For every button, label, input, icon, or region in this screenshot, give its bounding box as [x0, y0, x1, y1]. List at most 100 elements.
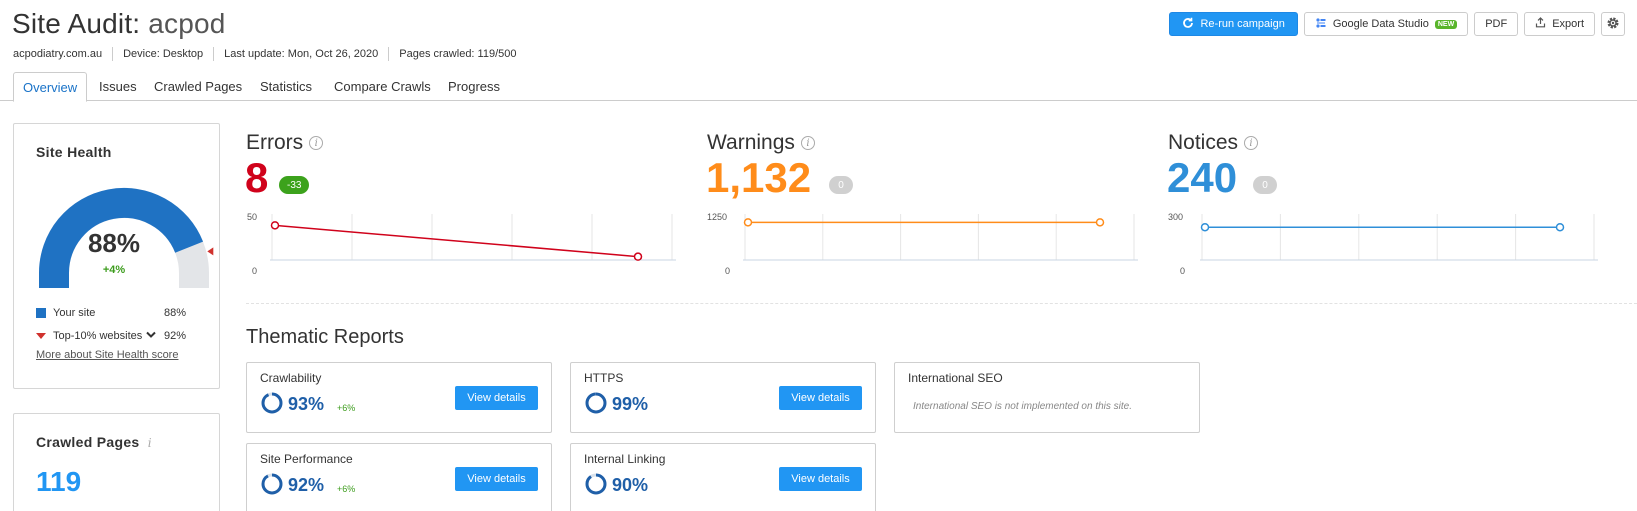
triangle-down-icon	[36, 333, 46, 339]
rerun-campaign-label: Re-run campaign	[1200, 18, 1285, 30]
chevron-down-icon[interactable]	[146, 330, 156, 342]
tab-overview[interactable]: Overview	[13, 72, 88, 102]
project-name: acpod	[148, 8, 226, 39]
warnings-trend-chart	[743, 214, 1138, 261]
crawled-pages-card: Crawled Pages i 119	[13, 413, 220, 511]
site-health-delta: +4%	[102, 264, 126, 276]
report-note: International SEO is not implemented on …	[913, 401, 1133, 412]
trend-point-end[interactable]	[1095, 218, 1105, 227]
report-percent: 99%	[612, 394, 649, 414]
ring-fill	[261, 392, 283, 414]
trend-line	[274, 224, 639, 258]
tab-issues[interactable]: Issues	[90, 72, 146, 101]
report-card-https: HTTPS 99% View details	[570, 362, 876, 433]
page-title: Site Audit: acpod	[12, 8, 226, 40]
crawled-pages-title-text: Crawled Pages	[36, 434, 140, 450]
data-studio-icon	[1315, 17, 1327, 32]
report-card-site-performance: Site Performance 92% +6% View details	[246, 443, 552, 511]
google-data-studio-label: Google Data Studio	[1332, 18, 1429, 30]
rerun-campaign-button[interactable]: Re-run campaign	[1169, 12, 1298, 36]
progress-ring-icon	[585, 392, 607, 414]
errors-title: Errors i	[246, 131, 324, 155]
errors-value[interactable]: 8	[245, 157, 268, 199]
legend-your-site: Your site 88%	[36, 307, 186, 319]
notices-axis-min: 0	[1180, 266, 1186, 276]
progress-ring-icon	[261, 473, 283, 495]
tab-bar: Overview Issues Crawled Pages Statistics…	[0, 72, 1637, 102]
audit-meta: acpodiatry.com.au Device: Desktop Last u…	[13, 47, 517, 61]
pdf-button[interactable]: PDF	[1474, 12, 1519, 36]
export-icon	[1535, 17, 1546, 31]
warnings-delta-badge: 0	[829, 176, 853, 194]
notices-delta-badge: 0	[1253, 176, 1277, 194]
warnings-title: Warnings i	[707, 131, 815, 155]
warnings-axis-max: 1250	[707, 212, 728, 222]
legend-your-site-value: 88%	[163, 307, 186, 319]
export-button[interactable]: Export	[1524, 12, 1595, 36]
device-text: Device: Desktop	[123, 48, 204, 60]
legend-top10[interactable]: Top-10% websites 92%	[36, 330, 186, 342]
info-icon[interactable]: i	[148, 436, 152, 450]
report-name: International SEO	[908, 371, 1003, 385]
tab-crawled-pages[interactable]: Crawled Pages	[145, 72, 251, 101]
warnings-axis-min: 0	[725, 266, 731, 276]
info-icon[interactable]: i	[1244, 136, 1259, 150]
notices-title-text: Notices	[1168, 131, 1239, 154]
trend-point-start[interactable]	[743, 218, 753, 227]
site-health-card: Site Health 88% +4% Your site 88% Top-10…	[13, 123, 220, 389]
notices-axis-max: 300	[1168, 212, 1184, 222]
trend-point-start[interactable]	[270, 221, 280, 230]
top-actions: Re-run campaign Google Data Studio NEW P…	[1169, 12, 1625, 36]
ring-fill	[585, 473, 607, 495]
tab-progress[interactable]: Progress	[439, 72, 509, 101]
ring-fill	[261, 473, 283, 495]
site-health-percent: 88%	[87, 228, 141, 258]
crawled-pages-value[interactable]: 119	[36, 466, 81, 498]
report-card-international-seo: International SEO International SEO is n…	[894, 362, 1200, 433]
view-details-button[interactable]: View details	[779, 467, 862, 491]
report-percent: 90%	[612, 475, 649, 495]
meta-divider	[112, 47, 114, 61]
legend-top10-value: 92%	[163, 330, 186, 342]
refresh-icon	[1182, 17, 1194, 32]
view-details-button[interactable]: View details	[455, 467, 538, 491]
notices-value[interactable]: 240	[1167, 157, 1237, 199]
domain-text: acpodiatry.com.au	[13, 48, 103, 60]
google-data-studio-button[interactable]: Google Data Studio NEW	[1303, 12, 1469, 36]
export-label: Export	[1552, 18, 1584, 30]
progress-ring-icon	[585, 473, 607, 495]
report-delta: +6%	[337, 403, 356, 413]
report-card-crawlability: Crawlability 93% +6% View details	[246, 362, 552, 433]
info-icon[interactable]: i	[800, 136, 815, 150]
notices-trend-chart	[1200, 214, 1598, 261]
warnings-value[interactable]: 1,132	[706, 157, 811, 199]
pdf-label: PDF	[1485, 18, 1508, 30]
view-details-button[interactable]: View details	[779, 386, 862, 410]
page-title-prefix: Site Audit:	[12, 8, 141, 39]
errors-axis-min: 0	[252, 266, 258, 276]
meta-divider	[213, 47, 215, 61]
tab-statistics[interactable]: Statistics	[251, 72, 321, 101]
trend-point-end[interactable]	[1555, 222, 1565, 232]
gear-icon	[1606, 16, 1620, 33]
report-name: Crawlability	[260, 371, 322, 385]
crawled-pages-title: Crawled Pages i	[36, 434, 152, 450]
ring-fill	[585, 392, 607, 414]
section-divider	[246, 303, 1637, 304]
meta-divider	[388, 47, 390, 61]
view-details-button[interactable]: View details	[455, 386, 538, 410]
tab-compare-crawls[interactable]: Compare Crawls	[325, 72, 440, 101]
errors-delta-badge: -33	[279, 176, 310, 194]
trend-point-start[interactable]	[1200, 222, 1210, 232]
legend-your-site-label: Your site	[53, 307, 96, 319]
settings-button[interactable]	[1601, 12, 1625, 36]
trend-point-end[interactable]	[633, 252, 643, 261]
report-name: Site Performance	[260, 452, 353, 466]
progress-ring-icon	[261, 392, 283, 414]
report-card-internal-linking: Internal Linking 90% View details	[570, 443, 876, 511]
legend-top10-label: Top-10% websites	[53, 330, 143, 342]
site-health-more-link[interactable]: More about Site Health score	[36, 349, 178, 361]
info-icon[interactable]: i	[309, 136, 324, 150]
report-percent: 93%	[288, 394, 325, 414]
errors-axis-max: 50	[247, 212, 258, 222]
